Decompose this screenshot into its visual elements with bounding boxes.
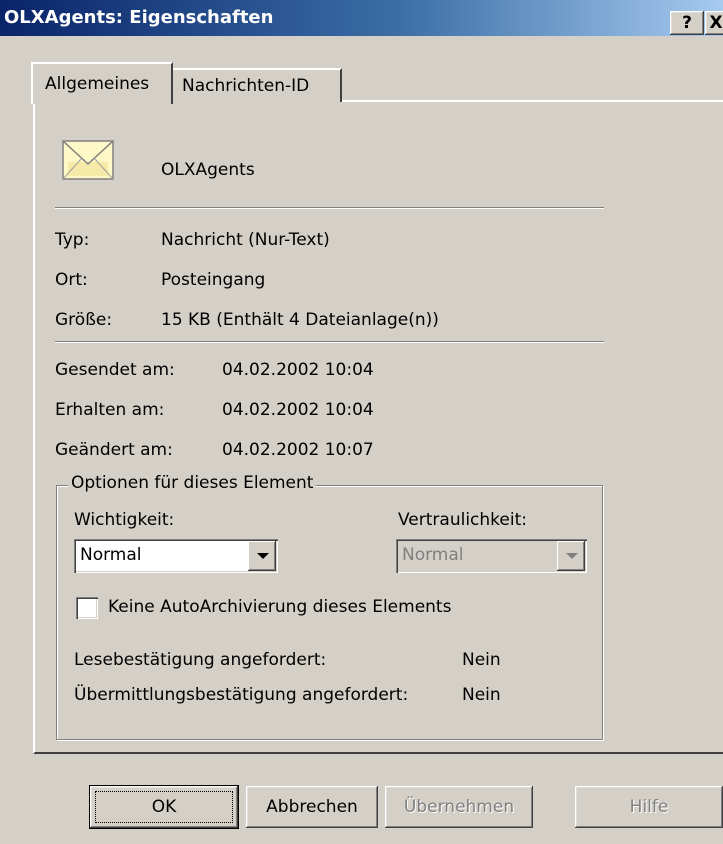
chevron-down-icon[interactable]	[248, 541, 276, 571]
size-value: 15 KB (Enthält 4 Dateianlage(n))	[161, 310, 439, 330]
delivery-receipt-label: Übermittlungsbestätigung angefordert:	[74, 685, 409, 705]
delivery-receipt-value: Nein	[462, 685, 501, 705]
apply-button-label: Übernehmen	[403, 797, 515, 817]
help-button-label: Hilfe	[629, 797, 669, 817]
importance-label: Wichtigkeit:	[74, 510, 175, 530]
separator	[55, 207, 604, 209]
title-bar: OLXAgents: Eigenschaften ? X	[0, 0, 723, 36]
cancel-button-label: Abbrechen	[266, 797, 358, 817]
sent-value: 04.02.2002 10:04	[222, 360, 374, 380]
options-group-label: Optionen für dieses Element	[68, 473, 317, 493]
envelope-icon	[62, 140, 114, 180]
ok-button-label: OK	[151, 797, 177, 817]
tab-message-id-label: Nachrichten-ID	[182, 76, 310, 96]
tab-message-id[interactable]: Nachrichten-ID	[171, 68, 342, 102]
chevron-down-icon[interactable]	[557, 541, 585, 571]
importance-select[interactable]: Normal	[74, 539, 278, 573]
type-value: Nachricht (Nur-Text)	[161, 230, 330, 250]
type-label: Typ:	[55, 230, 90, 250]
no-autoarchive-checkbox[interactable]	[76, 597, 98, 619]
tab-general[interactable]: Allgemeines	[31, 62, 173, 104]
received-value: 04.02.2002 10:04	[222, 400, 374, 420]
ok-button[interactable]: OK	[89, 785, 239, 829]
sensitivity-label: Vertraulichkeit:	[398, 510, 527, 530]
importance-value: Normal	[80, 545, 142, 565]
help-button[interactable]: Hilfe	[575, 786, 723, 828]
help-button[interactable]: ?	[670, 11, 704, 35]
close-button[interactable]: X	[705, 11, 723, 35]
tab-general-label: Allgemeines	[45, 74, 150, 94]
modified-label: Geändert am:	[55, 440, 173, 460]
cancel-button[interactable]: Abbrechen	[246, 786, 378, 828]
window-title: OLXAgents: Eigenschaften	[4, 7, 274, 28]
size-label: Größe:	[55, 310, 113, 330]
location-value: Posteingang	[161, 270, 266, 290]
read-receipt-label: Lesebestätigung angefordert:	[74, 650, 327, 670]
sensitivity-select[interactable]: Normal	[396, 539, 587, 573]
apply-button[interactable]: Übernehmen	[385, 786, 533, 828]
read-receipt-value: Nein	[462, 650, 501, 670]
sent-label: Gesendet am:	[55, 360, 175, 380]
sensitivity-value: Normal	[402, 545, 464, 565]
no-autoarchive-label[interactable]: Keine AutoArchivierung dieses Elements	[108, 597, 451, 617]
item-name: OLXAgents	[161, 160, 255, 180]
separator	[55, 341, 604, 343]
location-label: Ort:	[55, 270, 88, 290]
received-label: Erhalten am:	[55, 400, 165, 420]
modified-value: 04.02.2002 10:07	[222, 440, 374, 460]
